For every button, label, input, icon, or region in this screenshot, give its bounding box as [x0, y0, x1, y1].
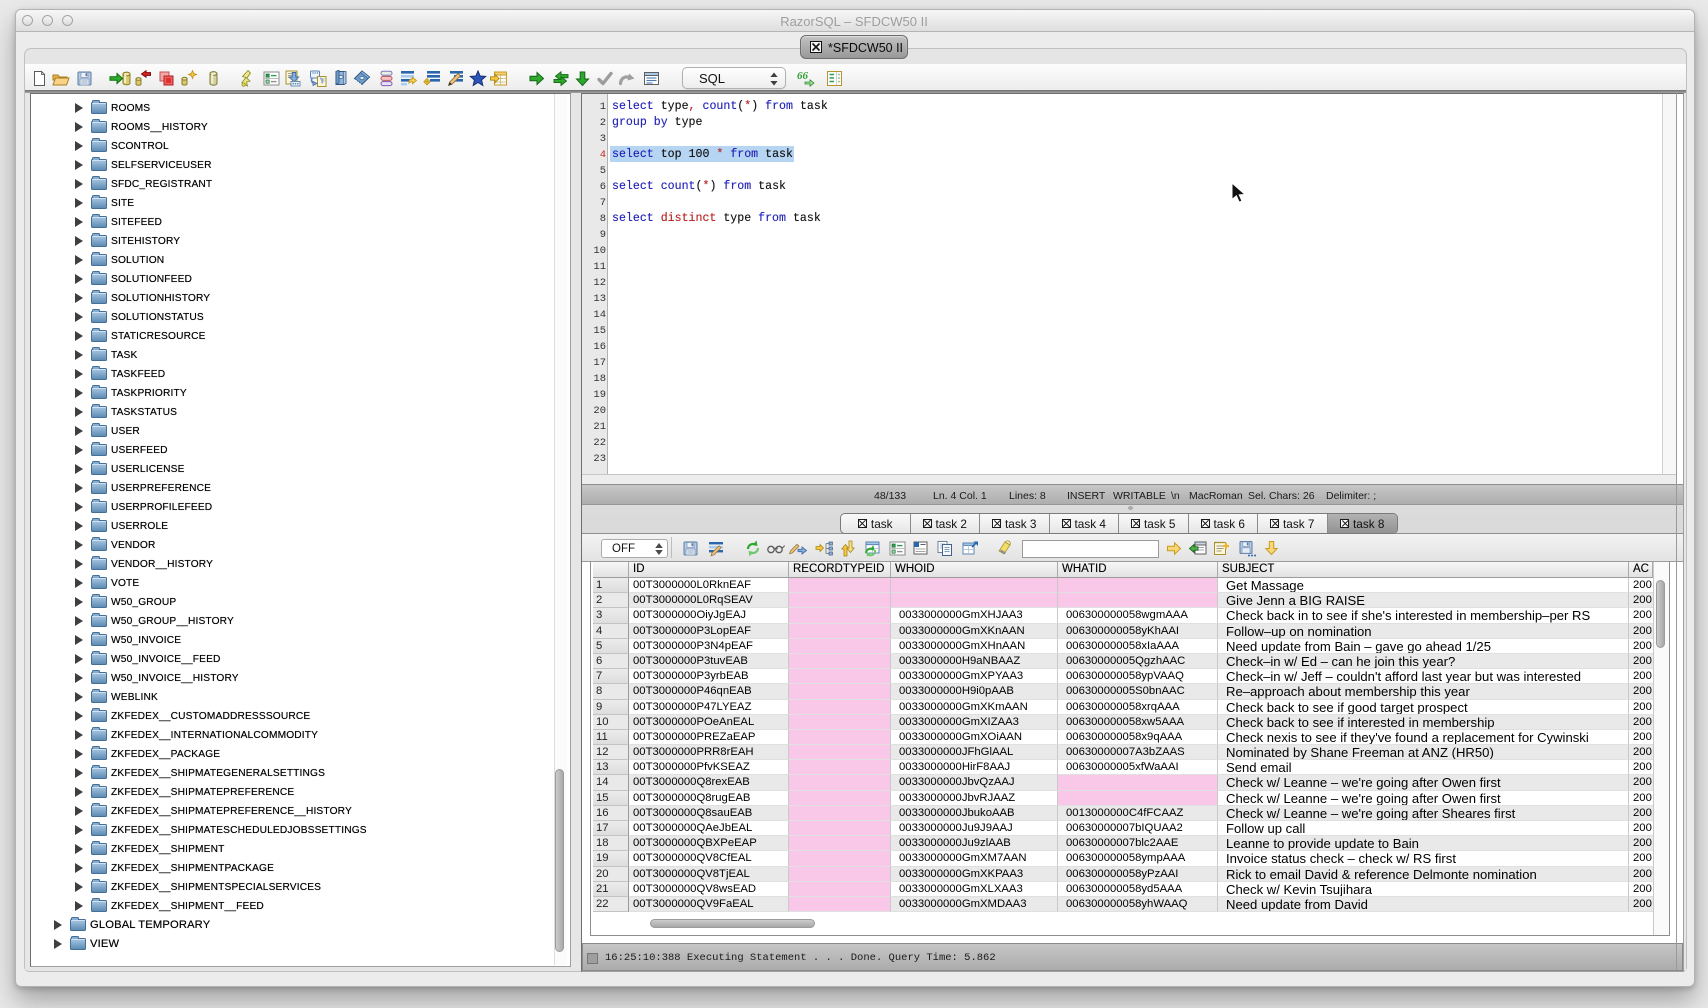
svg-text:66: 66 — [797, 70, 809, 82]
